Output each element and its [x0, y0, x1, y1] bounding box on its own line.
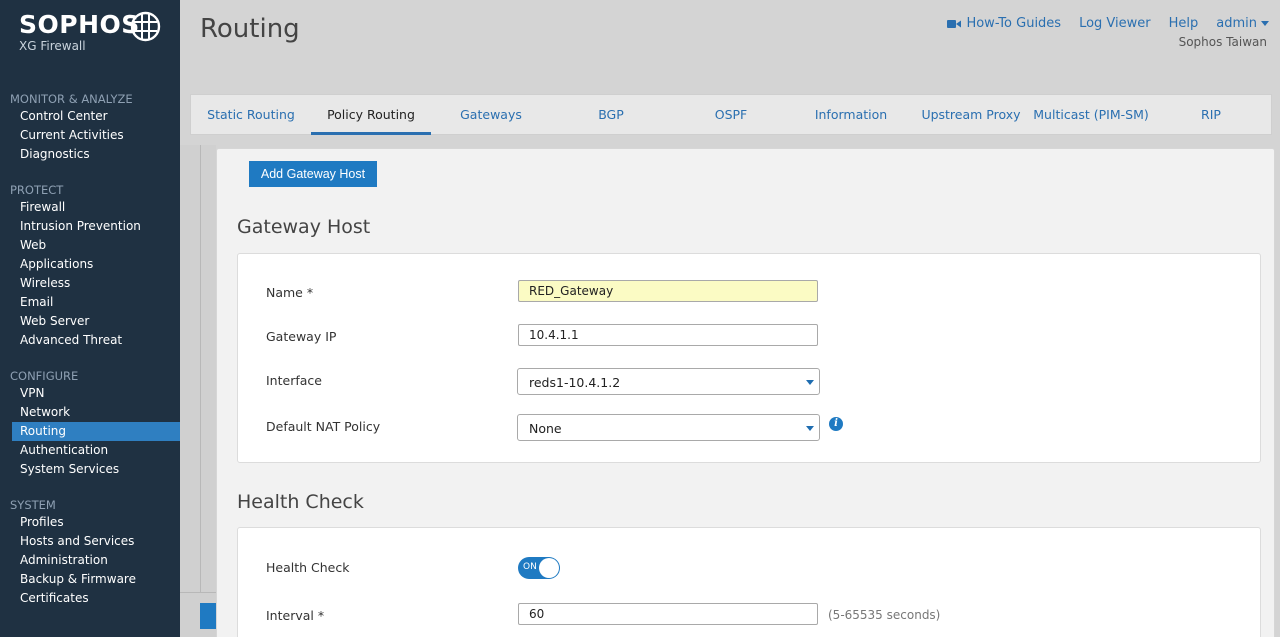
gateway-ip-label: Gateway IP — [266, 329, 337, 344]
interval-hint: (5-65535 seconds) — [828, 608, 941, 622]
nav-item-web-server[interactable]: Web Server — [0, 312, 180, 331]
how-to-guides-label: How-To Guides — [966, 16, 1062, 31]
page-title: Routing — [200, 14, 300, 44]
chevron-down-icon — [1261, 21, 1269, 26]
underlay — [180, 145, 216, 637]
nav-section-configure: CONFIGURE VPN Network Routing Authentica… — [0, 368, 180, 479]
nav-item-administration[interactable]: Administration — [0, 551, 180, 570]
tab-static-routing[interactable]: Static Routing — [191, 95, 311, 134]
nav-heading: SYSTEM — [10, 498, 56, 512]
nav-item-firewall[interactable]: Firewall — [0, 198, 180, 217]
tab-upstream-proxy[interactable]: Upstream Proxy — [911, 95, 1031, 134]
health-check-section-title: Health Check — [237, 491, 364, 513]
nav-item-diagnostics[interactable]: Diagnostics — [0, 145, 180, 164]
tab-gateways[interactable]: Gateways — [431, 95, 551, 134]
tab-policy-routing[interactable]: Policy Routing — [311, 95, 431, 135]
admin-menu[interactable]: admin — [1216, 16, 1269, 31]
nat-policy-value: None — [529, 421, 562, 436]
product-name: XG Firewall — [19, 39, 86, 53]
nav-item-authentication[interactable]: Authentication — [0, 441, 180, 460]
tab-rip[interactable]: RIP — [1151, 95, 1271, 134]
nav-heading: PROTECT — [10, 183, 64, 197]
nav-section-system: SYSTEM Profiles Hosts and Services Admin… — [0, 497, 180, 608]
divider — [200, 145, 201, 592]
nav-item-certificates[interactable]: Certificates — [0, 589, 180, 608]
nav-item-system-services[interactable]: System Services — [0, 460, 180, 479]
interval-input[interactable]: 60 — [518, 603, 818, 625]
add-gateway-host-button[interactable]: Add Gateway Host — [249, 161, 377, 187]
default-nat-policy-select[interactable]: None — [517, 414, 820, 441]
nav-section-monitor: MONITOR & ANALYZE Control Center Current… — [0, 91, 180, 164]
nav-item-profiles[interactable]: Profiles — [0, 513, 180, 532]
video-camera-icon — [947, 19, 962, 28]
nav-section-protect: PROTECT Firewall Intrusion Prevention We… — [0, 182, 180, 350]
log-viewer-link[interactable]: Log Viewer — [1079, 16, 1151, 31]
nav-item-applications[interactable]: Applications — [0, 255, 180, 274]
how-to-guides-link[interactable]: How-To Guides — [947, 16, 1061, 31]
nav-item-hosts-and-services[interactable]: Hosts and Services — [0, 532, 180, 551]
nav-item-backup-firmware[interactable]: Backup & Firmware — [0, 570, 180, 589]
info-icon[interactable]: i — [829, 417, 843, 431]
admin-label: admin — [1216, 16, 1257, 31]
nav-heading: CONFIGURE — [10, 369, 79, 383]
nav-item-web[interactable]: Web — [0, 236, 180, 255]
nav-heading: MONITOR & ANALYZE — [10, 92, 133, 106]
nav-item-vpn[interactable]: VPN — [0, 384, 180, 403]
interface-value: reds1-10.4.1.2 — [529, 375, 621, 390]
name-input[interactable]: RED_Gateway — [518, 280, 818, 302]
toggle-knob — [539, 558, 559, 578]
name-label: Name * — [266, 285, 314, 300]
tab-multicast[interactable]: Multicast (PIM-SM) — [1031, 95, 1151, 134]
underlay-button — [200, 603, 216, 629]
interval-label: Interval * — [266, 608, 325, 623]
default-nat-policy-label: Default NAT Policy — [266, 419, 381, 434]
nav-item-advanced-threat[interactable]: Advanced Threat — [0, 331, 180, 350]
toggle-state: ON — [523, 562, 537, 572]
brand-name: SOPHOS — [19, 10, 140, 39]
nav-item-intrusion-prevention[interactable]: Intrusion Prevention — [0, 217, 180, 236]
interface-select[interactable]: reds1-10.4.1.2 — [517, 368, 820, 395]
nav-item-current-activities[interactable]: Current Activities — [0, 126, 180, 145]
gateway-ip-input[interactable]: 10.4.1.1 — [518, 324, 818, 346]
tab-ospf[interactable]: OSPF — [671, 95, 791, 134]
divider — [180, 592, 216, 593]
health-check-toggle[interactable]: ON — [518, 557, 560, 579]
nav-item-control-center[interactable]: Control Center — [0, 107, 180, 126]
organization-name: Sophos Taiwan — [1178, 35, 1267, 49]
tab-information[interactable]: Information — [791, 95, 911, 134]
sidebar: SOPHOS XG Firewall MONITOR & ANALYZE Con… — [0, 0, 180, 637]
tab-bgp[interactable]: BGP — [551, 95, 671, 134]
interface-label: Interface — [266, 373, 322, 388]
health-check-label: Health Check — [266, 560, 350, 575]
help-link[interactable]: Help — [1169, 16, 1199, 31]
logo: SOPHOS XG Firewall — [19, 10, 140, 53]
routing-tabs: Static Routing Policy Routing Gateways B… — [190, 94, 1272, 135]
top-navigation: How-To Guides Log Viewer Help admin — [929, 16, 1269, 31]
chevron-down-icon — [806, 426, 814, 431]
globe-logo-icon — [130, 11, 161, 42]
nav-item-routing[interactable]: Routing — [12, 422, 180, 441]
nav-item-email[interactable]: Email — [0, 293, 180, 312]
gateway-host-section-title: Gateway Host — [237, 216, 371, 238]
chevron-down-icon — [806, 380, 814, 385]
nav-item-network[interactable]: Network — [0, 403, 180, 422]
nav-item-wireless[interactable]: Wireless — [0, 274, 180, 293]
